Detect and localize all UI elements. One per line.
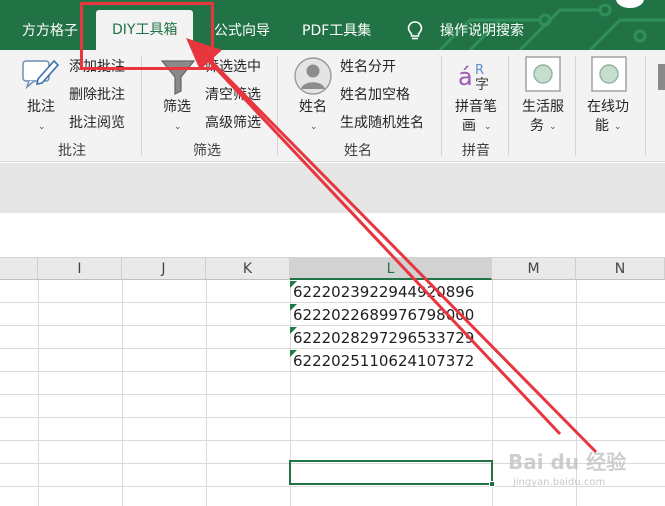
excel-window: 方方格子 DIY工具箱 公式向导 PDF工具集 操作说明搜索 批注 ⌄ 添加批注… <box>0 0 665 506</box>
annotation-arrow <box>186 38 598 454</box>
